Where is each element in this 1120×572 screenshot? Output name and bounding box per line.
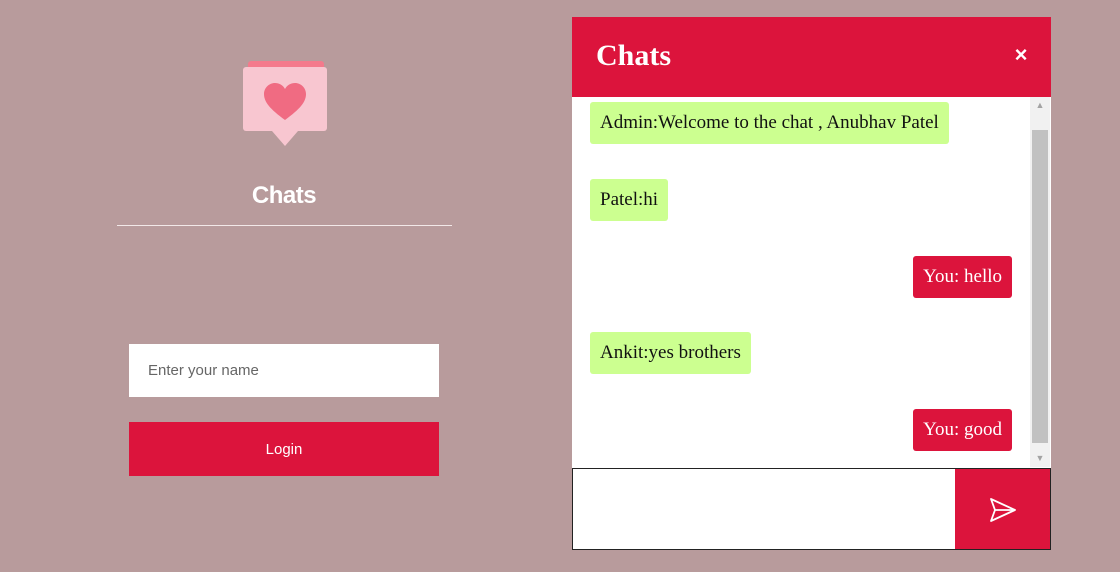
chat-heart-icon <box>240 58 330 150</box>
login-panel: Chats Login <box>116 58 452 498</box>
message-input[interactable] <box>572 468 956 550</box>
message-scrollbar[interactable]: ▲ ▼ <box>1030 97 1050 467</box>
title-divider <box>117 225 452 226</box>
message-list[interactable]: Admin:Welcome to the chat , Anubhav Pate… <box>572 97 1030 467</box>
close-button[interactable]: × <box>1009 41 1033 69</box>
send-icon <box>990 498 1016 522</box>
message-bubble-outgoing: You: good <box>913 409 1012 451</box>
message-bubble-incoming: Ankit:yes brothers <box>590 332 751 374</box>
login-button[interactable]: Login <box>129 422 439 476</box>
scroll-thumb[interactable] <box>1032 130 1048 443</box>
message-bubble-incoming: Admin:Welcome to the chat , Anubhav Pate… <box>590 102 949 144</box>
name-input[interactable] <box>129 344 439 397</box>
chat-title: Chats <box>596 39 672 72</box>
message-bubble-outgoing: You: hello <box>913 256 1012 298</box>
send-button[interactable] <box>955 468 1051 550</box>
login-title: Chats <box>251 182 317 209</box>
scroll-down-icon[interactable]: ▼ <box>1030 450 1050 467</box>
scroll-up-icon[interactable]: ▲ <box>1030 97 1050 114</box>
chat-window: Chats × Admin:Welcome to the chat , Anub… <box>572 17 1051 550</box>
message-composer <box>572 468 1051 550</box>
message-bubble-incoming: Patel:hi <box>590 179 669 221</box>
chat-header: Chats × <box>572 17 1051 97</box>
